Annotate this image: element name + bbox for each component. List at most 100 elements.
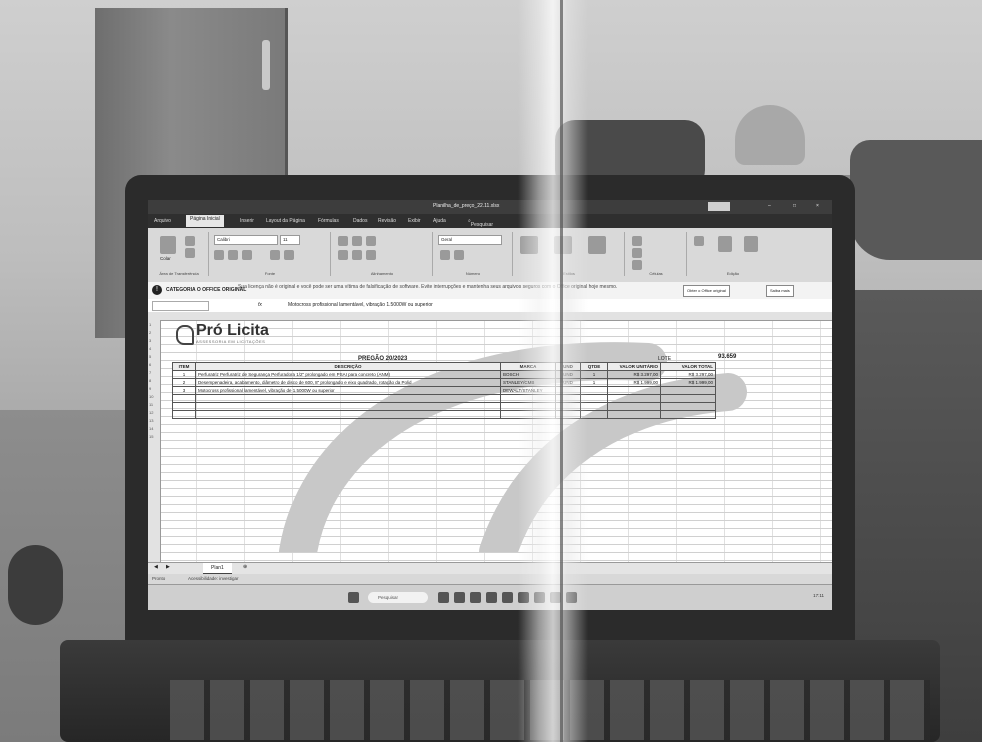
- prev-sheet-icon[interactable]: ◀: [154, 564, 158, 570]
- next-sheet-icon[interactable]: ▶: [166, 564, 170, 570]
- accessibility-status[interactable]: Acessibilidade: investigar: [188, 576, 239, 581]
- cell-desc[interactable]: Perfuratriz Perfuratriz de Segurança Per…: [195, 370, 501, 379]
- info-icon: !: [152, 285, 162, 295]
- system-clock[interactable]: 17:11: [813, 593, 824, 598]
- insert-cells-icon[interactable]: [632, 236, 642, 246]
- cell-vt[interactable]: R$ 3.297,00: [660, 370, 716, 379]
- tab-dados[interactable]: Dados: [353, 218, 367, 224]
- table-row[interactable]: [172, 394, 716, 403]
- learn-more-button[interactable]: Saiba mais: [766, 285, 794, 297]
- cell-vu[interactable]: R$ 3.297,00: [607, 370, 661, 379]
- number-format-select[interactable]: Geral: [438, 235, 502, 245]
- formula-input[interactable]: Motocross profissional lamentável, vibra…: [288, 302, 433, 308]
- underline-icon[interactable]: [242, 250, 252, 260]
- table-header-row: ITEM DESCRIÇÃO MARCA UND QTDE VALOR UNIT…: [172, 362, 716, 371]
- taskbar-search[interactable]: Pesquisar: [368, 592, 428, 603]
- copy-icon[interactable]: [185, 248, 195, 258]
- mail-icon[interactable]: [486, 592, 497, 603]
- start-icon[interactable]: [348, 592, 359, 603]
- group-label-number: Número: [465, 271, 481, 276]
- window-title: Planilha_de_preço_22.11.xlsx: [433, 203, 500, 209]
- tab-revisao[interactable]: Revisão: [378, 218, 396, 224]
- group-label-editing: Edição: [726, 271, 740, 276]
- get-office-button[interactable]: Obter o Office original: [683, 285, 730, 297]
- autosum-icon[interactable]: [694, 236, 704, 246]
- cell-vu[interactable]: R$ 1.999,00: [607, 378, 661, 387]
- tab-ajuda[interactable]: Ajuda: [433, 218, 446, 224]
- ribbon-search[interactable]: ⌕ Pesquisar: [468, 218, 493, 228]
- delete-cells-icon[interactable]: [632, 248, 642, 258]
- table-row[interactable]: 1 Perfuratriz Perfuratriz de Segurança P…: [172, 370, 716, 379]
- header-descricao: DESCRIÇÃO: [195, 362, 501, 371]
- status-ready: Pronto: [152, 576, 166, 581]
- spreadsheet-grid[interactable]: 1 2 3 4 5 6 7 8 9 10 11 12 13 14 15 Pró …: [148, 312, 832, 562]
- group-alignment: Alinhamento: [332, 232, 433, 276]
- find-select-icon[interactable]: [744, 236, 758, 252]
- minimize-icon[interactable]: –: [768, 203, 771, 209]
- name-box[interactable]: [152, 301, 209, 311]
- group-label-alignment: Alinhamento: [370, 271, 394, 276]
- tab-formulas[interactable]: Fórmulas: [318, 218, 339, 224]
- fx-icon[interactable]: fx: [258, 302, 262, 308]
- align-middle-icon[interactable]: [352, 236, 362, 246]
- row-headers: 1 2 3 4 5 6 7 8 9 10 11 12 13 14 15: [148, 320, 161, 562]
- wrap-text-icon[interactable]: [366, 236, 376, 246]
- paste-label: Colar: [160, 256, 171, 261]
- percent-icon[interactable]: [454, 250, 464, 260]
- table-row[interactable]: [172, 410, 716, 419]
- align-left-icon[interactable]: [338, 250, 348, 260]
- cell-item[interactable]: 2: [172, 378, 196, 387]
- group-label-font: Fonte: [264, 271, 276, 276]
- font-size-select[interactable]: 11: [280, 235, 300, 245]
- file-explorer-icon[interactable]: [454, 592, 465, 603]
- close-icon[interactable]: ×: [816, 203, 819, 209]
- photo-scene: Planilha_de_preço_22.11.xlsx – □ × Arqui…: [0, 0, 982, 742]
- format-cells-icon[interactable]: [632, 260, 642, 270]
- cell-vt[interactable]: R$ 1.999,00: [660, 378, 716, 387]
- header-valor-total: VALOR TOTAL: [660, 362, 716, 371]
- cell-desc[interactable]: Desempenadeira, acabamento, diâmetro de …: [195, 378, 501, 387]
- sort-filter-icon[interactable]: [718, 236, 732, 252]
- maximize-icon[interactable]: □: [793, 203, 796, 209]
- task-view-icon[interactable]: [438, 592, 449, 603]
- lote-total: 93.659: [718, 354, 737, 360]
- fill-color-icon[interactable]: [270, 250, 280, 260]
- group-label-clipboard: Área de Transferência: [159, 271, 199, 276]
- paste-icon[interactable]: [160, 236, 176, 254]
- door-handle: [262, 40, 270, 90]
- group-cells: Células: [626, 232, 687, 276]
- scanner-artifact-line: [560, 0, 563, 742]
- tab-layout[interactable]: Layout da Página: [266, 218, 305, 224]
- browser-icon[interactable]: [470, 592, 481, 603]
- currency-icon[interactable]: [440, 250, 450, 260]
- tab-inserir[interactable]: Inserir: [240, 218, 254, 224]
- share-button[interactable]: [708, 202, 730, 211]
- tab-arquivo[interactable]: Arquivo: [154, 218, 171, 224]
- cell-vu[interactable]: [607, 386, 661, 395]
- italic-icon[interactable]: [228, 250, 238, 260]
- bold-icon[interactable]: [214, 250, 224, 260]
- font-color-icon[interactable]: [284, 250, 294, 260]
- cell-styles-icon[interactable]: [588, 236, 606, 254]
- group-editing: Edição: [688, 232, 778, 276]
- tab-pagina-inicial[interactable]: Página Inicial: [186, 215, 224, 227]
- cell-item[interactable]: 1: [172, 370, 196, 379]
- group-font: Calibri 11 Fonte: [210, 232, 331, 276]
- merge-center-icon[interactable]: [366, 250, 376, 260]
- font-name-select[interactable]: Calibri: [214, 235, 278, 245]
- cell-desc[interactable]: Motocross profissional lamentável, vibra…: [195, 386, 501, 395]
- align-top-icon[interactable]: [338, 236, 348, 246]
- cut-icon[interactable]: [185, 236, 195, 246]
- table-row[interactable]: 2 Desempenadeira, acabamento, diâmetro d…: [172, 378, 716, 387]
- background-chair: [850, 140, 982, 260]
- table-row[interactable]: 3 Motocross profissional lamentável, vib…: [172, 386, 716, 395]
- cell-item[interactable]: 3: [172, 386, 196, 395]
- tab-exibir[interactable]: Exibir: [408, 218, 421, 224]
- store-icon[interactable]: [502, 592, 513, 603]
- column-headers: [148, 312, 832, 321]
- table-row[interactable]: [172, 402, 716, 411]
- align-center-icon[interactable]: [352, 250, 362, 260]
- cell-vt[interactable]: [660, 386, 716, 395]
- add-sheet-icon[interactable]: ⊕: [243, 564, 247, 570]
- laptop-screen: Planilha_de_preço_22.11.xlsx – □ × Arqui…: [148, 200, 832, 610]
